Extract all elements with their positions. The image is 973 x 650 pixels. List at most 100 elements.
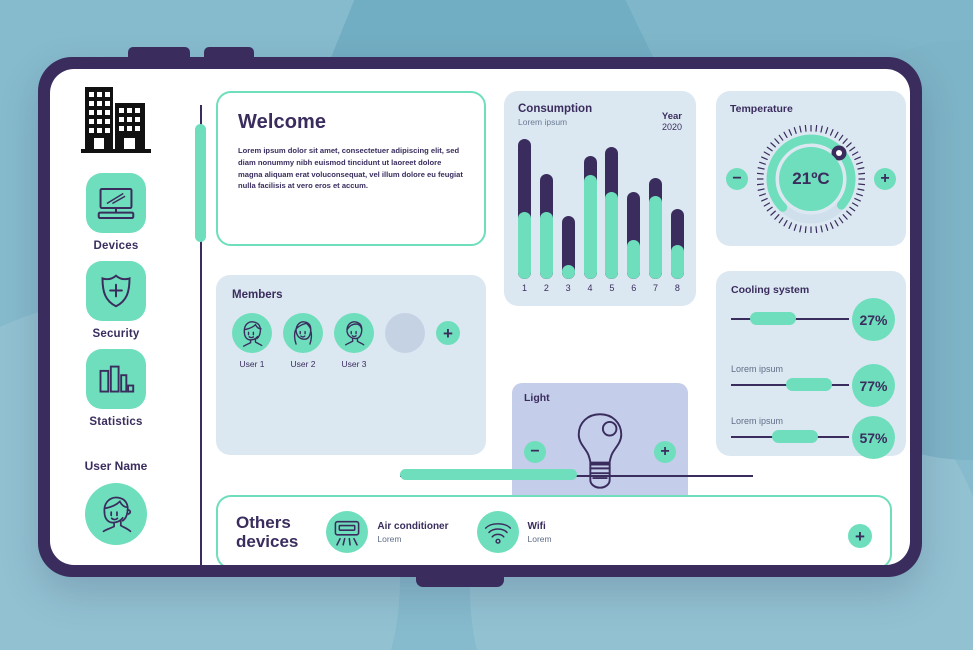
sidebar-item-security[interactable]: Security [86,261,146,340]
chart-bar-total [583,155,597,279]
add-member-button[interactable]: + [436,321,460,345]
tablet-button-nub [204,47,254,63]
monitor-icon [86,173,146,233]
device-wifi[interactable]: Wifi Lorem [476,511,552,553]
sidebar-item-devices[interactable]: Devices [86,173,146,252]
chart-x-tick: 7 [653,283,659,293]
light-card: Light − + [512,383,688,505]
chart-x-tick: 6 [631,283,637,293]
air-conditioner-icon [326,511,369,553]
slider-thumb[interactable] [786,378,832,391]
chart-bar-used [605,192,619,279]
chart-x-tick: 8 [674,283,680,293]
temperature-title: Temperature [730,103,793,115]
chart-bar-total [518,139,531,279]
members-title: Members [232,289,283,301]
avatar[interactable] [84,483,147,545]
chart-bar-total [539,174,553,279]
chart-bar [649,178,663,279]
light-controls: − + [512,407,688,497]
sidebar-item-label: Statistics [89,416,143,428]
sidebar-item-statistics[interactable]: Statistics [86,349,146,428]
others-devices-card: Others devices Air conditioner Lorem Wif… [216,495,892,565]
welcome-body-text: Lorem ipsum dolor sit amet, consectetuer… [238,146,463,191]
others-title-line1: Others [236,512,291,532]
device-name: Air conditioner [377,520,449,532]
sidebar-user[interactable]: User Name [84,459,147,545]
year-value: 2020 [661,122,682,132]
temperature-controls: − 21ºC + [716,119,906,238]
avatar[interactable] [334,313,374,353]
add-device-button[interactable]: + [848,524,872,548]
temperature-card: Temperature − 21ºC + [716,91,906,246]
chart-bar-used [649,196,663,279]
page-title: Welcome [238,111,327,133]
slider-percent-badge: 27% [852,298,895,341]
light-increase-button[interactable]: + [654,441,676,463]
main-content: Welcome Lorem ipsum dolor sit amet, cons… [216,91,906,565]
tablet-screen: Devices Security Statistics User Name We… [50,69,910,565]
tablet-bottom-nub [416,571,504,587]
device-name: Wifi [527,520,546,532]
device-info: Wifi Lorem [528,521,552,544]
chart-x-tick: 4 [587,283,593,293]
welcome-card: Welcome Lorem ipsum dolor sit amet, cons… [216,91,486,246]
others-devices-title: Others devices [236,513,298,551]
avatar[interactable] [232,313,272,353]
chart-x-tick: 5 [609,283,615,293]
chart-bar [561,216,575,279]
member-name: User 1 [239,359,265,369]
cooling-slider-row: Lorem ipsum 57% [731,416,895,459]
slider-percent-badge: 57% [852,416,895,459]
device-air-conditioner[interactable]: Air conditioner Lorem [326,511,449,553]
chart-x-tick: 3 [565,283,571,293]
chart-bar-total [627,192,641,279]
chart-bar-used [583,175,597,279]
cooling-slider-row: 27% [731,298,895,346]
member-placeholder [385,313,425,353]
cooling-system-card: Cooling system 27% Lorem ipsum 77% Lorem ip… [716,271,906,459]
sidebar-item-label: Devices [93,240,139,252]
light-decrease-button[interactable]: − [524,441,546,463]
chart-bar-used [539,211,553,279]
slider-thumb[interactable] [772,430,818,443]
list-item[interactable]: User 1 [232,313,272,369]
cooling-title: Cooling system [731,284,810,296]
sidebar: Devices Security Statistics User Name [50,69,182,565]
members-list: User 1 User 2 User 3 + [232,313,470,369]
list-item[interactable]: User 3 [334,313,374,369]
cooling-slider-row: Lorem ipsum 77% [731,364,895,407]
wifi-icon [476,511,519,553]
horizontal-scrollbar-thumb[interactable] [400,469,577,480]
avatar[interactable] [283,313,323,353]
vertical-scrollbar-thumb[interactable] [195,124,206,242]
device-subtitle: Lorem [527,533,552,544]
light-bulb-icon [571,410,629,495]
consumption-subtitle: Lorem ipsum [518,117,568,127]
temperature-dial[interactable]: 21ºC [757,124,865,233]
temperature-decrease-button[interactable]: − [726,167,748,190]
chart-bar-used [627,239,641,279]
cooling-slider-list: 27% Lorem ipsum 77% Lorem ipsum 57% [731,298,895,459]
slider-percent-badge: 77% [852,364,895,407]
tablet-frame: Devices Security Statistics User Name We… [38,47,922,587]
tablet-button-nub [128,47,190,63]
others-title-line2: devices [236,532,299,551]
chart-bar [583,155,597,279]
chart-bar [518,139,531,279]
year-label: Year [661,111,682,122]
chart-x-axis: 1 2 3 4 5 6 7 8 [518,283,684,293]
chart-x-tick: 1 [521,283,527,293]
chart-bar [539,174,553,279]
consumption-title: Consumption [518,103,593,115]
chart-bar-total [561,216,575,279]
slider-thumb[interactable] [750,312,796,325]
light-title: Light [524,392,550,404]
temperature-increase-button[interactable]: + [874,167,896,190]
year-selector[interactable]: Year 2020 [662,111,682,132]
chart-bar-total [649,178,663,279]
chart-bar [605,147,619,279]
device-info: Air conditioner Lorem [377,521,448,544]
list-item[interactable]: User 2 [283,313,323,369]
member-name: User 3 [341,359,367,369]
